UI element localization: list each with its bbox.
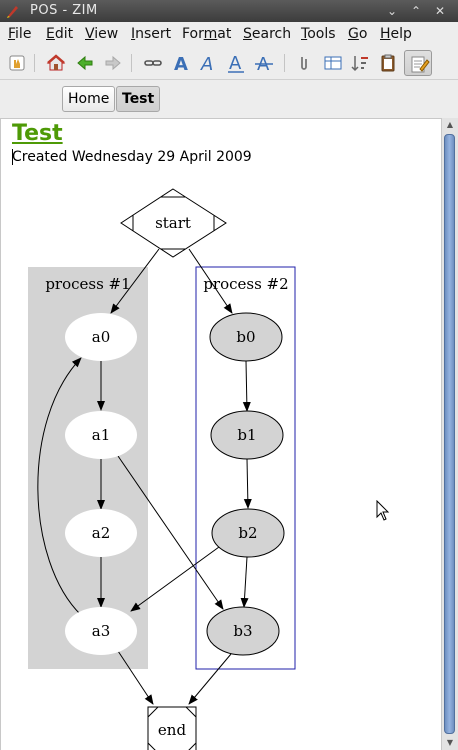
- path-button-current[interactable]: Test: [116, 86, 161, 112]
- scroll-down-arrow-icon[interactable]: ▼: [442, 736, 458, 750]
- hand-icon[interactable]: [6, 52, 28, 74]
- menu-format[interactable]: Format: [182, 26, 231, 42]
- node-b0[interactable]: b0: [209, 312, 283, 362]
- toolbar-separator: [34, 54, 35, 72]
- node-a1-label: a1: [92, 426, 111, 444]
- node-b1-label: b1: [237, 426, 256, 444]
- edge-b2-b3: [240, 556, 249, 608]
- text-cursor: [12, 149, 13, 165]
- toolbar: A A A A: [0, 46, 458, 80]
- minimize-button[interactable]: ⌄: [384, 3, 400, 19]
- toolbar-separator: [131, 54, 132, 72]
- mouse-pointer-icon: [376, 500, 390, 521]
- node-b1[interactable]: b1: [210, 410, 284, 460]
- menu-insert[interactable]: Insert: [131, 26, 171, 42]
- edge-b0-b1: [242, 360, 251, 412]
- menu-file[interactable]: File: [8, 26, 31, 42]
- node-a0[interactable]: a0: [65, 313, 137, 361]
- scroll-thumb[interactable]: [444, 134, 455, 734]
- node-a3-label: a3: [92, 622, 111, 640]
- node-b2-label: b2: [238, 524, 257, 542]
- toolbar-separator: [284, 54, 285, 72]
- table-icon[interactable]: [322, 52, 344, 74]
- node-b2[interactable]: b2: [211, 508, 285, 558]
- italic-icon[interactable]: A: [197, 52, 219, 74]
- cluster-1-label: process #1: [45, 275, 130, 293]
- node-a1[interactable]: a1: [65, 411, 137, 459]
- bold-letter: A: [174, 54, 188, 74]
- node-end[interactable]: end: [147, 706, 197, 750]
- menu-search[interactable]: Search: [243, 26, 291, 42]
- node-b0-label: b0: [236, 328, 255, 346]
- menu-help[interactable]: Help: [380, 26, 412, 42]
- title-bar[interactable]: POS - ZIM ⌄ ⌃ ✕: [0, 0, 458, 22]
- close-button[interactable]: ✕: [432, 3, 448, 19]
- back-arrow-icon[interactable]: [74, 52, 96, 74]
- node-a3[interactable]: a3: [65, 607, 137, 655]
- node-b3-label: b3: [233, 622, 252, 640]
- edit-toggle-icon: [411, 56, 430, 73]
- edit-mode-toggle[interactable]: [404, 50, 432, 76]
- attach-icon[interactable]: [293, 52, 315, 74]
- cluster-2-label: process #2: [203, 275, 288, 293]
- path-button-home[interactable]: Home: [62, 86, 116, 112]
- link-icon[interactable]: [142, 52, 164, 74]
- zim-app-icon: [7, 6, 18, 18]
- menu-view[interactable]: View: [85, 26, 118, 42]
- clipboard-icon[interactable]: [377, 52, 399, 74]
- node-a2[interactable]: a2: [65, 509, 137, 557]
- vertical-scrollbar[interactable]: ▲ ▼: [441, 118, 458, 750]
- italic-letter: A: [200, 54, 213, 74]
- bold-icon[interactable]: A: [170, 52, 192, 74]
- node-b3[interactable]: b3: [206, 606, 280, 656]
- node-end-label: end: [158, 721, 187, 739]
- edge-b3-end: [188, 653, 232, 705]
- window-title: POS - ZIM: [30, 3, 98, 18]
- forward-arrow-icon[interactable]: [102, 52, 124, 74]
- sort-icon[interactable]: [349, 52, 371, 74]
- strike-icon[interactable]: A: [253, 52, 275, 74]
- maximize-button[interactable]: ⌃: [408, 3, 424, 19]
- menu-go[interactable]: Go: [348, 26, 367, 42]
- edge-b1-b2: [243, 458, 252, 509]
- underline-icon[interactable]: A: [225, 52, 247, 74]
- underline-letter: A: [229, 53, 242, 74]
- created-date-text[interactable]: Created Wednesday 29 April 2009: [12, 149, 252, 165]
- menu-edit[interactable]: Edit: [46, 26, 73, 42]
- node-a2-label: a2: [92, 524, 111, 542]
- page-editor[interactable]: Test Created Wednesday 29 April 2009 pro…: [0, 118, 441, 750]
- node-start-label: start: [155, 214, 191, 232]
- menu-bar: File Edit View Insert Format Search Tool…: [0, 22, 458, 46]
- path-bar: Home Test: [0, 80, 458, 118]
- scroll-up-arrow-icon[interactable]: ▲: [442, 118, 458, 132]
- node-start[interactable]: start: [120, 188, 227, 258]
- menu-tools[interactable]: Tools: [301, 26, 336, 42]
- home-icon[interactable]: [45, 52, 67, 74]
- graphviz-diagram: process #1 process #2 start a0 a1 a2 a3 …: [28, 188, 296, 750]
- page-title: Test: [12, 121, 63, 146]
- node-a0-label: a0: [92, 328, 111, 346]
